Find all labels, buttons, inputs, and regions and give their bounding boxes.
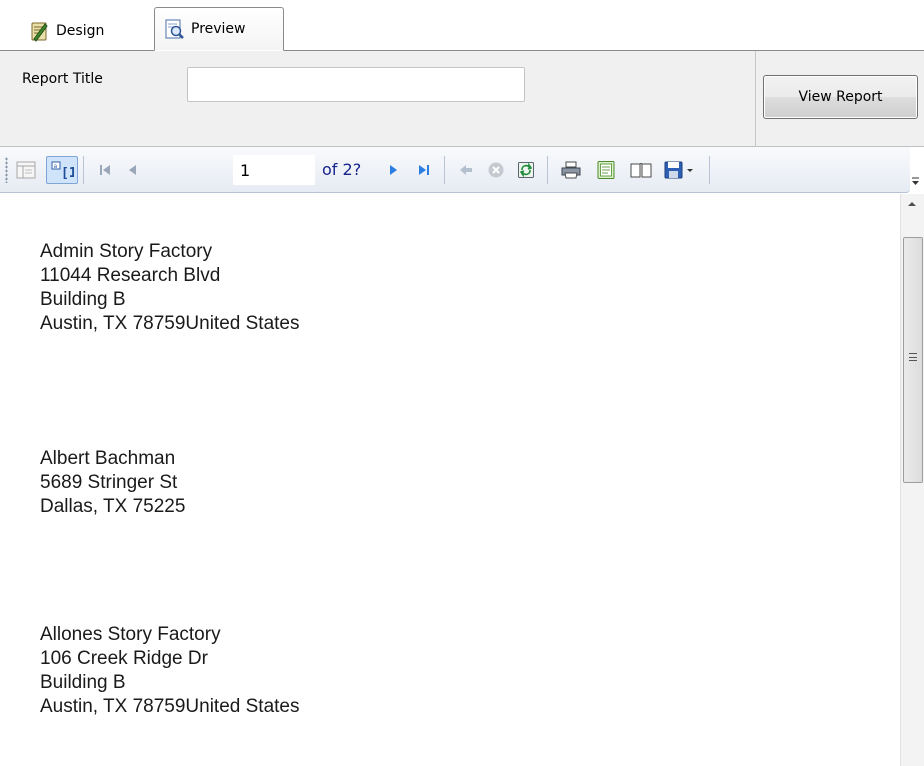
report-title-input[interactable]	[187, 67, 525, 102]
page-setup-icon[interactable]	[626, 156, 656, 184]
address-line: Austin, TX 78759United States	[40, 696, 300, 717]
toolbar-overflow-icon[interactable]	[908, 160, 924, 190]
last-page-icon[interactable]	[411, 156, 437, 184]
toolbar-grip[interactable]	[5, 157, 8, 183]
previous-page-icon[interactable]	[120, 156, 146, 184]
scrollbar-thumb[interactable]	[903, 237, 923, 483]
address-line: 11044 Research Blvd	[40, 265, 221, 286]
parameters-toggle-icon[interactable]: a[1]	[46, 156, 78, 184]
current-page-input[interactable]	[233, 155, 315, 185]
scrollbar-grip-icon	[909, 353, 917, 361]
report-toolbar: a[1] of 2?	[0, 147, 910, 193]
tab-preview-label: Preview	[191, 21, 246, 37]
first-page-icon[interactable]	[92, 156, 118, 184]
refresh-icon[interactable]	[512, 156, 540, 184]
document-map-icon[interactable]	[12, 156, 40, 184]
address-block: Albert Bachman 5689 Stringer St Dallas, …	[40, 447, 185, 519]
tab-design[interactable]: Design	[20, 10, 152, 51]
next-page-icon[interactable]	[381, 156, 405, 184]
export-icon[interactable]	[660, 156, 700, 184]
report-viewer: Admin Story Factory 11044 Research Blvd …	[0, 194, 900, 766]
tab-strip: Design Preview	[0, 0, 924, 52]
preview-icon	[163, 18, 185, 40]
print-icon[interactable]	[556, 156, 586, 184]
address-line: 5689 Stringer St	[40, 472, 178, 493]
scroll-up-icon[interactable]	[908, 202, 916, 206]
report-title-label: Report Title	[22, 71, 103, 87]
toolbar-separator	[444, 156, 445, 184]
vertical-scrollbar[interactable]	[900, 194, 924, 766]
page-count-label: of 2?	[322, 160, 362, 179]
parameter-panel: Report Title View Report	[0, 51, 924, 147]
address-line: Allones Story Factory	[40, 624, 221, 645]
toolbar-separator	[709, 156, 710, 184]
toolbar-separator	[547, 156, 548, 184]
address-line: 106 Creek Ridge Dr	[40, 648, 208, 669]
svg-text:a: a	[54, 163, 58, 170]
stop-icon[interactable]	[483, 156, 509, 184]
address-block: Allones Story Factory 106 Creek Ridge Dr…	[40, 623, 299, 719]
address-line: Building B	[40, 672, 126, 693]
back-icon[interactable]	[453, 156, 479, 184]
address-line: Building B	[40, 289, 126, 310]
tab-preview[interactable]: Preview	[154, 7, 284, 51]
address-line: Austin, TX 78759United States	[40, 313, 300, 334]
address-line: Dallas, TX 75225	[40, 496, 186, 517]
address-line: Albert Bachman	[40, 448, 176, 469]
address-line: Admin Story Factory	[40, 241, 213, 262]
toolbar-separator	[83, 156, 84, 184]
parameter-divider	[755, 51, 756, 147]
print-layout-icon[interactable]	[592, 156, 620, 184]
design-icon	[28, 20, 50, 42]
address-block: Admin Story Factory 11044 Research Blvd …	[40, 240, 299, 336]
svg-text:[1]: [1]	[61, 166, 74, 180]
view-report-button[interactable]: View Report	[763, 75, 918, 119]
tab-design-label: Design	[56, 22, 105, 39]
